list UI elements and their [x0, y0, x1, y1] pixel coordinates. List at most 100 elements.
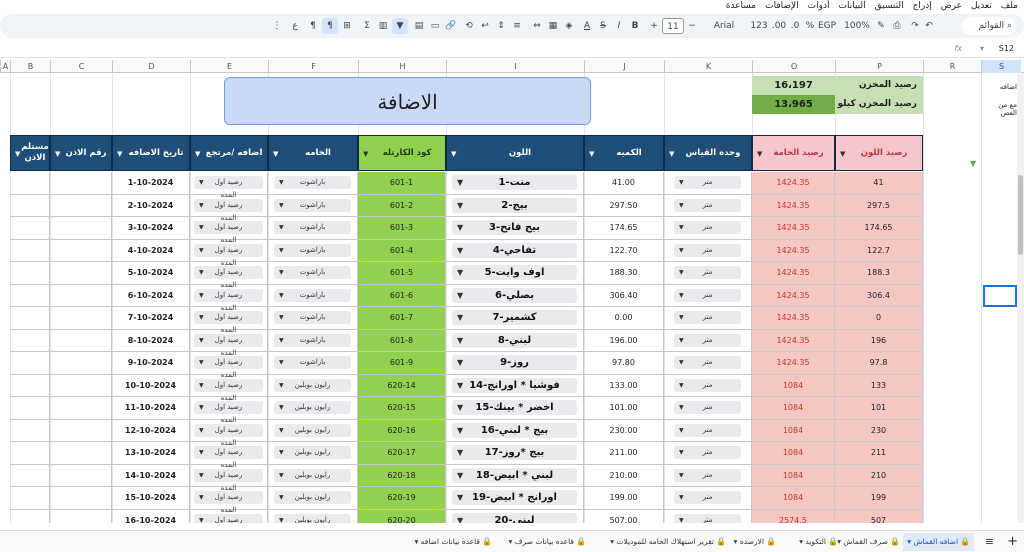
color-cell[interactable]: لبني-8 ▼	[446, 329, 584, 352]
cartela-code-cell[interactable]: 601-1	[358, 172, 446, 195]
type-cell[interactable]: رصيد اول المده▼	[190, 329, 268, 357]
bold-button[interactable]: B	[628, 18, 642, 34]
text-color-button[interactable]: A	[580, 18, 594, 34]
type-cell[interactable]: رصيد اول المده▼	[190, 442, 268, 469]
insert-chart-icon[interactable]: ▤	[412, 18, 426, 34]
quantity-cell[interactable]: 211.00	[584, 442, 664, 465]
color-cell[interactable]: كشمير-7 ▼	[446, 307, 584, 330]
color-balance-cell[interactable]: 133	[835, 374, 923, 397]
unit-dropdown[interactable]: متر ▼	[674, 513, 741, 523]
receiver-cell[interactable]	[10, 374, 50, 397]
material-dropdown[interactable]: باراشوت ▼	[274, 176, 351, 189]
unit-cell[interactable]: متر ▼	[664, 419, 752, 442]
color-balance-cell[interactable]: 174.65	[835, 217, 923, 240]
type-dropdown[interactable]: رصيد اول المده▼	[194, 198, 263, 222]
column-header-D[interactable]: D	[112, 60, 190, 73]
header-material_balance[interactable]: رصيد الخامة ▼	[752, 135, 835, 171]
cartela-code-cell[interactable]: 601-8	[358, 329, 446, 352]
quantity-cell[interactable]: 174.65	[584, 217, 664, 240]
unit-dropdown[interactable]: متر ▼	[674, 198, 741, 212]
cartela-code-cell[interactable]: 601-7	[358, 307, 446, 330]
type-cell[interactable]: رصيد اول المده▼	[190, 419, 268, 447]
material-cell[interactable]: باراشوت ▼	[268, 307, 358, 330]
unit-cell[interactable]: متر ▼	[664, 442, 752, 465]
color-dropdown[interactable]: اخضر * بينك-15 ▼	[452, 400, 577, 415]
permit-number-cell[interactable]	[50, 307, 112, 330]
receiver-cell[interactable]	[10, 442, 50, 465]
vertical-scrollbar[interactable]	[1017, 73, 1024, 523]
date-cell[interactable]: 1-10-2024	[112, 172, 190, 195]
sheet-grid[interactable]: الاضافة رصيد المخزن الامتار16،197رصيد الم…	[0, 73, 1017, 523]
type-cell[interactable]: رصيد اول المده▼	[190, 194, 268, 222]
type-dropdown[interactable]: رصيد اول المده▼	[194, 243, 263, 267]
material-dropdown[interactable]: باراشوت ▼	[274, 288, 351, 302]
color-cell[interactable]: بيج *روز-17 ▼	[446, 442, 584, 465]
unit-cell[interactable]: متر ▼	[664, 172, 752, 195]
material-cell[interactable]: رايون بوبلين ▼	[268, 464, 358, 487]
unit-cell[interactable]: متر ▼	[664, 374, 752, 397]
sheet-tab[interactable]: 🔒صرف القماش ▾	[837, 533, 900, 551]
material-dropdown[interactable]: باراشوت ▼	[274, 333, 351, 347]
material-balance-cell[interactable]: 1424.35	[752, 172, 835, 195]
print-icon[interactable]: ⎙	[890, 18, 904, 34]
cartela-code-cell[interactable]: 620-20	[358, 509, 446, 523]
type-cell[interactable]: رصيد اول المده▼	[190, 217, 268, 244]
type-dropdown[interactable]: رصيد اول المده▼	[194, 423, 263, 447]
material-dropdown[interactable]: باراشوت ▼	[274, 266, 351, 279]
unit-cell[interactable]: متر ▼	[664, 397, 752, 420]
material-cell[interactable]: باراشوت ▼	[268, 284, 358, 307]
decrease-decimal-button[interactable]: .0	[788, 18, 802, 34]
menu-item[interactable]: عرض	[941, 1, 962, 11]
unit-dropdown[interactable]: متر ▼	[674, 333, 741, 347]
unit-cell[interactable]: متر ▼	[664, 194, 752, 217]
fill-color-icon[interactable]: ◈	[562, 18, 576, 34]
type-cell[interactable]: رصيد اول المده▼	[190, 397, 268, 424]
receiver-cell[interactable]	[10, 487, 50, 510]
rtl-direction-icon[interactable]: ¶	[322, 18, 338, 34]
type-cell[interactable]: رصيد اول المده▼	[190, 284, 268, 312]
name-box[interactable]: S12	[999, 44, 1014, 53]
menu-item[interactable]: التنسيق	[875, 1, 904, 11]
arabic-input-icon[interactable]: ع	[288, 18, 302, 34]
material-balance-cell[interactable]: 1424.35	[752, 194, 835, 217]
cartela-code-cell[interactable]: 620-19	[358, 487, 446, 510]
color-cell[interactable]: بيج فاتح-3 ▼	[446, 217, 584, 240]
filter-dropdown-icon[interactable]: ▼	[55, 150, 60, 158]
permit-number-cell[interactable]	[50, 284, 112, 307]
color-cell[interactable]: اوف وايت-5 ▼	[446, 262, 584, 285]
receiver-cell[interactable]	[10, 329, 50, 352]
receiver-cell[interactable]	[10, 172, 50, 195]
redo-icon[interactable]: ↷	[908, 18, 922, 34]
permit-number-cell[interactable]	[50, 419, 112, 442]
header-color_balance[interactable]: رصيد اللون ▼	[835, 135, 923, 171]
material-balance-cell[interactable]: 1424.35	[752, 352, 835, 375]
receiver-cell[interactable]	[10, 217, 50, 240]
unit-dropdown[interactable]: متر ▼	[674, 221, 741, 234]
color-dropdown[interactable]: بيج فاتح-3 ▼	[452, 220, 577, 235]
material-balance-cell[interactable]: 1424.35	[752, 217, 835, 240]
merge-cells-icon[interactable]: ⇔	[530, 18, 544, 34]
material-cell[interactable]: باراشوت ▼	[268, 352, 358, 375]
unit-dropdown[interactable]: متر ▼	[674, 311, 741, 324]
quantity-cell[interactable]: 41.00	[584, 172, 664, 195]
column-header-R[interactable]: R	[923, 60, 981, 73]
column-header-A[interactable]: A	[0, 60, 10, 73]
add-sheet-icon[interactable]: +	[1007, 533, 1018, 551]
unit-cell[interactable]: متر ▼	[664, 284, 752, 307]
filter-dropdown-icon[interactable]: ▼	[589, 150, 594, 158]
date-cell[interactable]: 16-10-2024	[112, 509, 190, 523]
type-cell[interactable]: رصيد اول المده▼	[190, 464, 268, 492]
color-balance-cell[interactable]: 0	[835, 307, 923, 330]
receiver-cell[interactable]	[10, 307, 50, 330]
unit-dropdown[interactable]: متر ▼	[674, 288, 741, 302]
permit-number-cell[interactable]	[50, 464, 112, 487]
material-dropdown[interactable]: باراشوت ▼	[274, 198, 351, 212]
unit-dropdown[interactable]: متر ▼	[674, 176, 741, 189]
material-cell[interactable]: رايون بوبلين ▼	[268, 487, 358, 510]
unit-cell[interactable]: متر ▼	[664, 239, 752, 262]
color-dropdown[interactable]: بيج * لبني-16 ▼	[452, 422, 577, 438]
insert-comment-icon[interactable]: ▭	[428, 18, 442, 34]
sheet-tab[interactable]: 🔒قاعده بيانات اضافه ▾	[414, 533, 492, 551]
filter-dropdown-icon[interactable]: ▼	[757, 150, 762, 158]
receiver-cell[interactable]	[10, 194, 50, 217]
